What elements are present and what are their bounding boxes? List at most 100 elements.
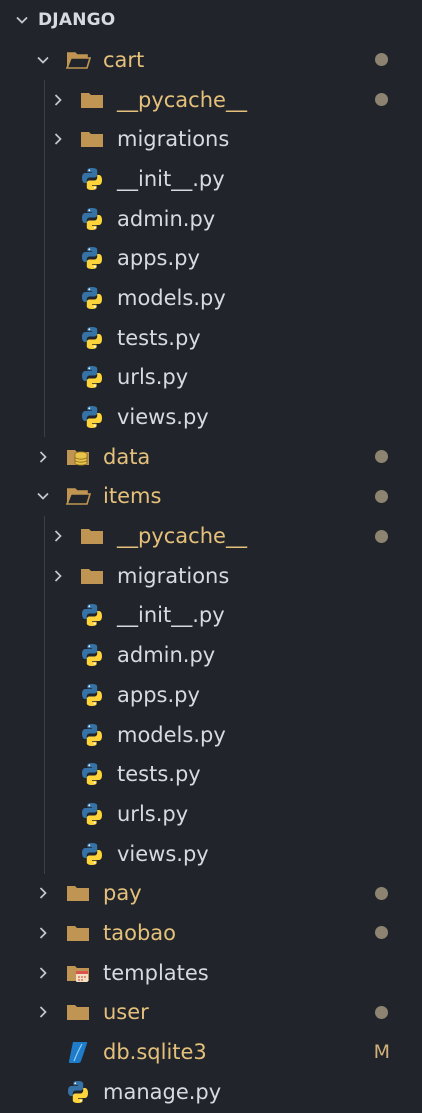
tree-folder-row[interactable]: data (0, 437, 422, 477)
file-tree: cart __pycache__ migrations __init__.py ad… (0, 40, 422, 1112)
python-file-icon (79, 602, 105, 628)
tree-file-row[interactable]: tests.py (0, 318, 422, 358)
section-title: DJANGO (38, 10, 116, 30)
tree-item-label: taobao (103, 920, 176, 945)
tree-file-row[interactable]: urls.py (0, 794, 422, 834)
tree-item-label: db.sqlite3 (103, 1040, 207, 1065)
folder-icon (65, 920, 91, 946)
python-file-icon (79, 206, 105, 232)
python-file-icon (79, 404, 105, 430)
git-modified-badge: M (373, 1041, 390, 1064)
tree-item-label: models.py (117, 285, 226, 310)
folder-open-icon (65, 47, 91, 73)
tree-file-row[interactable]: admin.py (0, 635, 422, 675)
tree-file-row[interactable]: tests.py (0, 754, 422, 794)
python-file-icon (79, 801, 105, 827)
tree-file-row[interactable]: views.py (0, 834, 422, 874)
tree-item-label: manage.py (103, 1079, 222, 1104)
tree-file-row[interactable]: urls.py (0, 358, 422, 398)
python-file-icon (79, 285, 105, 311)
python-file-icon (79, 166, 105, 192)
folder-icon (65, 880, 91, 906)
indent-guide (44, 516, 45, 874)
templates-folder-icon (65, 960, 91, 986)
tree-item-label: apps.py (117, 682, 200, 707)
python-file-icon (65, 1079, 91, 1105)
tree-file-row[interactable]: models.py (0, 715, 422, 755)
tree-item-label: admin.py (117, 643, 216, 668)
chevron-right-icon[interactable] (51, 132, 65, 146)
tree-item-label: migrations (117, 127, 230, 152)
tree-folder-row[interactable]: migrations (0, 556, 422, 596)
chevron-down-icon[interactable] (14, 12, 30, 28)
chevron-down-icon[interactable] (36, 53, 50, 67)
file-explorer: DJANGO cart __pycache__ migrations __init_… (0, 0, 422, 1113)
tree-folder-row[interactable]: user (0, 993, 422, 1033)
tree-file-row[interactable]: db.sqlite3 M (0, 1032, 422, 1072)
tree-file-row[interactable]: apps.py (0, 238, 422, 278)
chevron-right-icon[interactable] (36, 966, 50, 980)
chevron-right-icon[interactable] (36, 450, 50, 464)
python-file-icon (79, 325, 105, 351)
tree-item-label: views.py (117, 841, 209, 866)
tree-file-row[interactable]: __init__.py (0, 596, 422, 636)
tree-folder-row[interactable]: cart (0, 40, 422, 80)
tree-item-label: admin.py (117, 206, 216, 231)
chevron-right-icon[interactable] (51, 569, 65, 583)
tree-item-label: pay (103, 881, 142, 906)
tree-item-label: migrations (117, 563, 230, 588)
tree-file-row[interactable]: apps.py (0, 675, 422, 715)
tree-folder-row[interactable]: pay (0, 873, 422, 913)
tree-item-label: __pycache__ (117, 524, 247, 549)
git-status-dot (375, 93, 388, 107)
tree-item-label: tests.py (117, 325, 201, 350)
tree-folder-row[interactable]: items (0, 477, 422, 517)
explorer-section-header[interactable]: DJANGO (0, 0, 422, 40)
python-file-icon (79, 761, 105, 787)
tree-file-row[interactable]: __init__.py (0, 159, 422, 199)
tree-file-row[interactable]: manage.py (0, 1072, 422, 1112)
chevron-right-icon[interactable] (36, 926, 50, 940)
tree-item-label: urls.py (117, 365, 189, 390)
chevron-right-icon[interactable] (36, 1005, 50, 1019)
tree-folder-row[interactable]: templates (0, 953, 422, 993)
chevron-right-icon[interactable] (51, 529, 65, 543)
tree-item-label: __pycache__ (117, 87, 247, 112)
tree-folder-row[interactable]: migrations (0, 119, 422, 159)
database-folder-icon (65, 444, 91, 470)
tree-file-row[interactable]: admin.py (0, 199, 422, 239)
tree-folder-row[interactable]: __pycache__ (0, 516, 422, 556)
tree-item-label: models.py (117, 722, 226, 747)
tree-folder-row[interactable]: __pycache__ (0, 80, 422, 120)
folder-icon (79, 87, 105, 113)
folder-icon (79, 126, 105, 152)
git-status-dot (375, 886, 388, 900)
chevron-right-icon[interactable] (51, 93, 65, 107)
tree-file-row[interactable]: models.py (0, 278, 422, 318)
chevron-right-icon[interactable] (36, 886, 50, 900)
folder-icon (79, 523, 105, 549)
git-status-dot (375, 53, 388, 67)
git-status-dot (375, 926, 388, 940)
tree-item-label: __init__.py (117, 166, 225, 191)
python-file-icon (79, 841, 105, 867)
tree-item-label: urls.py (117, 801, 189, 826)
python-file-icon (79, 364, 105, 390)
tree-item-label: cart (103, 47, 145, 72)
folder-icon (79, 563, 105, 589)
git-status-dot (375, 529, 388, 543)
folder-open-icon (65, 483, 91, 509)
tree-item-label: items (103, 484, 162, 509)
tree-item-label: data (103, 444, 151, 469)
chevron-down-icon[interactable] (36, 489, 50, 503)
tree-item-label: views.py (117, 405, 209, 430)
tree-item-label: tests.py (117, 762, 201, 787)
tree-file-row[interactable]: views.py (0, 397, 422, 437)
git-status-dot (375, 489, 388, 503)
tree-folder-row[interactable]: taobao (0, 913, 422, 953)
python-file-icon (79, 245, 105, 271)
tree-item-label: apps.py (117, 246, 200, 271)
git-status-dot (375, 450, 388, 464)
indent-guide (44, 79, 45, 437)
folder-icon (65, 999, 91, 1025)
